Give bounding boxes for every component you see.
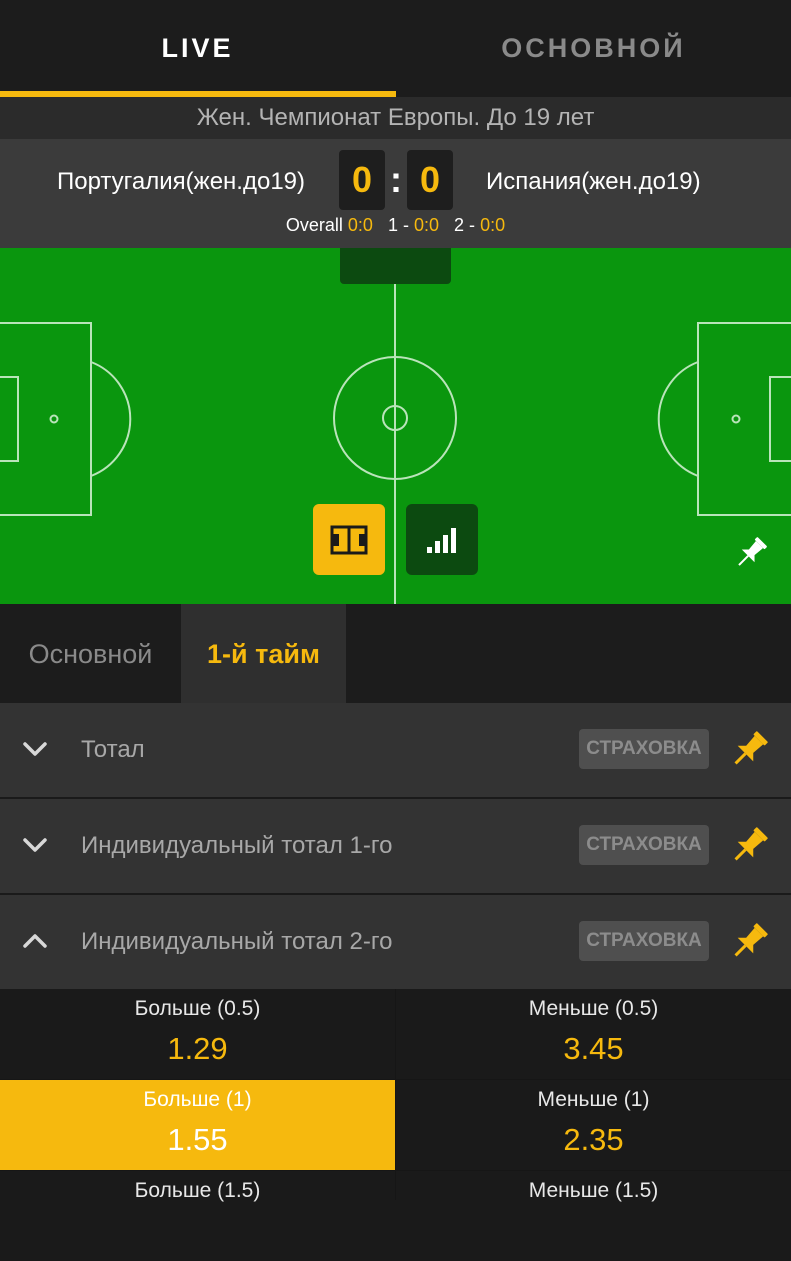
pin-icon[interactable] xyxy=(727,920,771,964)
match-field xyxy=(0,248,791,604)
field-lines xyxy=(0,248,791,604)
odd-label: Больше (1) xyxy=(143,1088,252,1111)
pin-icon[interactable] xyxy=(727,824,771,868)
odd-over-1-5[interactable]: Больше (1.5) xyxy=(0,1171,395,1261)
chevron-down-icon xyxy=(23,742,47,756)
odd-label: Больше (0.5) xyxy=(134,997,261,1020)
market-label: Индивидуальный тотал 1-го xyxy=(81,832,393,859)
half2-label: 2 - xyxy=(454,215,476,235)
tab-main[interactable]: ОСНОВНОЙ xyxy=(396,0,791,97)
odd-value: 3.45 xyxy=(563,1031,624,1066)
odds-grid: Больше (0.5) 1.29 Меньше (0.5) 3.45 Боль… xyxy=(0,989,791,1261)
field-icon xyxy=(330,525,368,554)
score-breakdown: Overall 0:0 1 - 0:0 2 - 0:0 xyxy=(0,215,791,236)
market-header-individual-total-2[interactable]: Индивидуальный тотал 2-го СТРАХОВКА xyxy=(0,895,791,989)
pin-icon[interactable] xyxy=(727,728,771,772)
market-header-individual-total-1[interactable]: Индивидуальный тотал 1-го СТРАХОВКА xyxy=(0,799,791,893)
period-tab-bar: Основной 1-й тайм xyxy=(0,604,791,704)
chevron-down-icon xyxy=(23,838,47,852)
field-top-panel xyxy=(340,248,451,284)
market-header-total[interactable]: Тотал СТРАХОВКА xyxy=(0,703,791,797)
overall-score: 0:0 xyxy=(347,215,373,235)
half2-score: 0:0 xyxy=(480,215,506,235)
home-score: 0 xyxy=(339,150,385,210)
away-score: 0 xyxy=(407,150,453,210)
tab-live[interactable]: LIVE xyxy=(0,0,395,97)
odd-value: 2.35 xyxy=(563,1122,624,1157)
tab-first-half[interactable]: 1-й тайм xyxy=(181,604,346,704)
odd-value: 1.29 xyxy=(167,1031,228,1066)
stats-view-button[interactable] xyxy=(406,504,478,575)
away-team-name: Испания(жен.до19) xyxy=(486,168,701,195)
top-tab-bar: LIVE ОСНОВНОЙ xyxy=(0,0,791,97)
odd-label: Меньше (1) xyxy=(537,1088,650,1111)
half1-label: 1 - xyxy=(387,215,409,235)
home-team-name: Португалия(жен.до19) xyxy=(56,168,305,195)
odd-under-1-5[interactable]: Меньше (1.5) xyxy=(396,1171,791,1261)
bar-chart-icon xyxy=(427,527,456,553)
insurance-badge[interactable]: СТРАХОВКА xyxy=(579,729,709,769)
odd-over-0-5[interactable]: Больше (0.5) 1.29 xyxy=(0,989,395,1079)
odd-under-0-5[interactable]: Меньше (0.5) 3.45 xyxy=(396,989,791,1079)
odd-under-1[interactable]: Меньше (1) 2.35 xyxy=(396,1080,791,1170)
chevron-up-icon xyxy=(23,934,47,948)
insurance-badge[interactable]: СТРАХОВКА xyxy=(579,825,709,865)
score-separator: : xyxy=(390,159,402,200)
league-title: Жен. Чемпионат Европы. До 19 лет xyxy=(0,97,791,139)
field-view-button[interactable] xyxy=(313,504,385,575)
odd-value: 1.55 xyxy=(167,1122,228,1157)
overall-label: Overall xyxy=(285,215,343,235)
odd-label: Меньше (1.5) xyxy=(528,1179,659,1202)
tab-main-period[interactable]: Основной xyxy=(0,604,181,704)
insurance-badge[interactable]: СТРАХОВКА xyxy=(579,921,709,961)
pin-icon[interactable] xyxy=(731,533,771,573)
odd-label: Меньше (0.5) xyxy=(528,997,659,1020)
scoreboard: Португалия(жен.до19) 0 : 0 Испания(жен.д… xyxy=(0,139,791,248)
odd-over-1[interactable]: Больше (1) 1.55 xyxy=(0,1080,395,1170)
half1-score: 0:0 xyxy=(414,215,440,235)
market-label: Тотал xyxy=(81,736,145,763)
market-label: Индивидуальный тотал 2-го xyxy=(81,928,393,955)
odd-label: Больше (1.5) xyxy=(134,1179,261,1202)
